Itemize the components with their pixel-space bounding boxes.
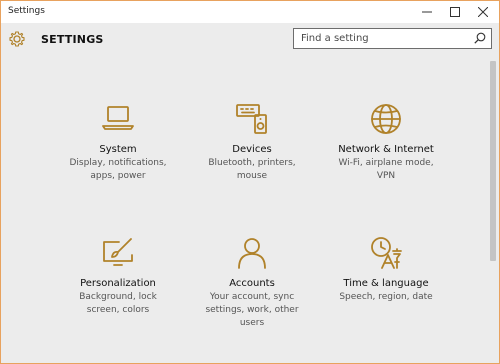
tile-time-language[interactable]: Time & language Speech, region, date xyxy=(321,235,451,304)
search-icon[interactable] xyxy=(474,32,486,44)
settings-window: Settings SETTINGS Find a setting System … xyxy=(0,0,500,364)
maximize-button[interactable] xyxy=(441,1,469,23)
scrollbar[interactable] xyxy=(490,61,496,261)
close-button[interactable] xyxy=(469,1,497,23)
tile-accounts[interactable]: Accounts Your account, sync settings, wo… xyxy=(187,235,317,330)
tile-label: System xyxy=(99,144,137,155)
person-icon xyxy=(238,238,266,269)
personalization-icon xyxy=(103,238,133,266)
close-icon xyxy=(478,7,488,17)
tile-description: Wi-Fi, airplane mode, VPN xyxy=(338,158,434,181)
tile-label: Time & language xyxy=(343,278,429,289)
tile-description: Bluetooth, printers, mouse xyxy=(208,158,296,181)
tile-label: Devices xyxy=(232,144,272,155)
search-box[interactable] xyxy=(293,28,492,49)
tile-personalization[interactable]: Personalization Background, lock screen,… xyxy=(53,235,183,317)
laptop-icon xyxy=(102,106,134,130)
tile-network-internet[interactable]: Network & Internet Wi-Fi, airplane mode,… xyxy=(321,101,451,183)
search-input[interactable] xyxy=(294,29,477,48)
time-language-icon xyxy=(371,237,402,269)
title-bar[interactable]: Settings xyxy=(1,1,499,23)
settings-content: System Display, notifications, apps, pow… xyxy=(1,57,489,363)
tile-devices[interactable]: Devices Bluetooth, printers, mouse xyxy=(187,101,317,183)
tile-description: Your account, sync settings, work, other… xyxy=(205,292,299,328)
tile-description: Background, lock screen, colors xyxy=(79,292,157,315)
maximize-icon xyxy=(450,7,460,17)
minimize-button[interactable] xyxy=(413,1,441,23)
devices-icon xyxy=(236,104,267,134)
gear-icon xyxy=(9,31,25,47)
tile-label: Network & Internet xyxy=(338,144,434,155)
minimize-icon xyxy=(422,11,432,13)
tile-label: Accounts xyxy=(229,278,275,289)
window-title: Settings xyxy=(8,6,45,16)
tile-system[interactable]: System Display, notifications, apps, pow… xyxy=(53,101,183,183)
globe-icon xyxy=(371,104,401,134)
tile-description: Speech, region, date xyxy=(339,292,433,302)
page-title: SETTINGS xyxy=(41,33,104,46)
tile-description: Display, notifications, apps, power xyxy=(69,158,167,181)
tile-label: Personalization xyxy=(80,278,156,289)
